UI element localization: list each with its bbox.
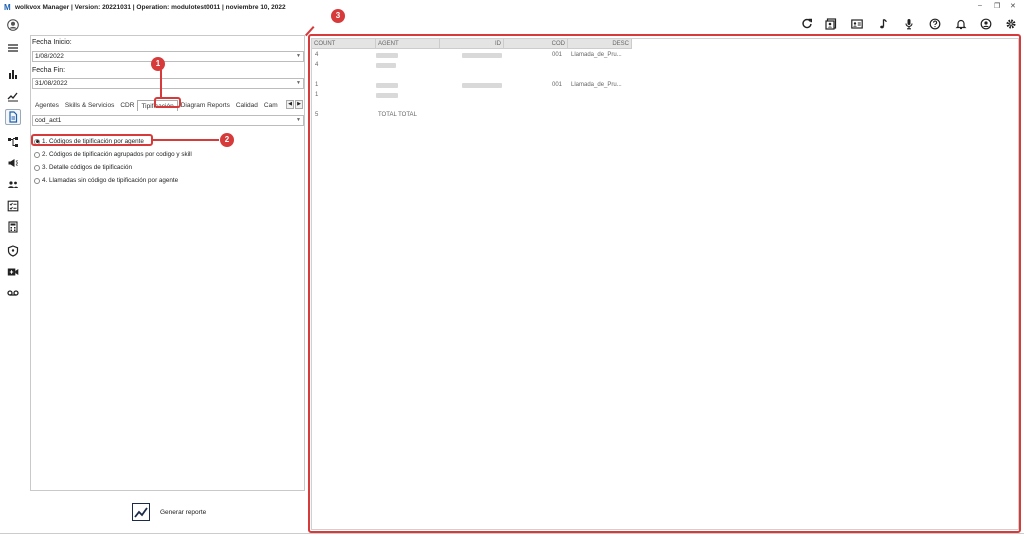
report-chart-icon xyxy=(132,503,150,521)
shield-icon[interactable] xyxy=(5,243,21,259)
megaphone-icon[interactable] xyxy=(5,155,21,171)
bar-chart-icon[interactable] xyxy=(5,66,21,82)
fecha-fin-value: 31/08/2022 xyxy=(35,80,68,87)
help-icon[interactable] xyxy=(928,17,942,31)
bell-icon[interactable] xyxy=(954,17,968,31)
option-label-3: 3. Detalle códigos de tipificación xyxy=(42,164,132,171)
annotation-arrow-1 xyxy=(160,70,162,98)
option-row-4[interactable]: 4. Llamadas sin código de tipificación p… xyxy=(34,177,178,184)
radio-option-3[interactable] xyxy=(34,164,40,171)
fecha-fin-select[interactable]: 31/08/2022 ▼ xyxy=(32,78,304,89)
restore-button[interactable]: ❐ xyxy=(994,2,1000,10)
trend-chart-icon[interactable] xyxy=(5,88,21,104)
chevron-down-icon: ▼ xyxy=(296,53,301,59)
users-group-icon[interactable] xyxy=(5,177,21,193)
left-sidebar xyxy=(0,14,26,536)
tab-cdr[interactable]: CDR xyxy=(117,100,137,111)
video-call-icon[interactable] xyxy=(5,264,21,280)
generate-report-button[interactable]: Generar reporte xyxy=(132,503,206,521)
fecha-inicio-value: 1/08/2022 xyxy=(35,53,64,60)
report-icon[interactable] xyxy=(5,109,21,125)
tab-scroll-right-icon[interactable]: ▶ xyxy=(295,100,303,109)
profile-avatar-icon[interactable] xyxy=(5,17,21,33)
annotation-arrow-2 xyxy=(153,139,219,141)
close-button[interactable]: ✕ xyxy=(1010,2,1016,10)
menu-icon[interactable] xyxy=(5,40,21,56)
code-select[interactable]: cod_act1 ▼ xyxy=(32,115,304,126)
tab-skills-servicios[interactable]: Skills & Servicios xyxy=(62,100,117,111)
gear-icon[interactable] xyxy=(1004,17,1018,31)
user-icon[interactable] xyxy=(979,17,993,31)
app-logo: M xyxy=(4,2,11,12)
voicemail-icon[interactable] xyxy=(5,285,21,301)
tab-scroll-left-icon[interactable]: ◀ xyxy=(286,100,294,109)
fecha-inicio-label: Fecha Inicio: xyxy=(32,39,72,46)
generate-report-label: Generar reporte xyxy=(160,508,207,516)
radio-option-2[interactable] xyxy=(34,151,40,158)
calculator-icon[interactable] xyxy=(5,219,21,235)
microphone-icon[interactable] xyxy=(902,17,916,31)
option-row-2[interactable]: 2. Códigos de tipificación agrupados por… xyxy=(34,151,192,158)
minimize-button[interactable]: – xyxy=(978,2,982,9)
annotation-box-grid xyxy=(308,34,1021,533)
contacts-book-icon[interactable] xyxy=(824,17,838,31)
fecha-inicio-select[interactable]: 1/08/2022 ▼ xyxy=(32,51,304,62)
radio-option-4[interactable] xyxy=(34,177,40,184)
tab-campanas[interactable]: Cam xyxy=(261,100,281,111)
annotation-badge-1: 1 xyxy=(151,57,165,71)
title-bar: M wolkvox Manager | Version: 20221031 | … xyxy=(0,0,1024,14)
option-label-4: 4. Llamadas sin código de tipificación p… xyxy=(42,177,179,184)
tab-agentes[interactable]: Agentes xyxy=(32,100,62,111)
chevron-down-icon: ▼ xyxy=(296,80,301,86)
top-toolbar xyxy=(0,14,1024,34)
annotation-badge-2: 2 xyxy=(220,133,234,147)
chevron-down-icon: ▼ xyxy=(296,117,301,123)
tab-calidad[interactable]: Calidad xyxy=(233,100,261,111)
window-title: wolkvox Manager | Version: 20221031 | Op… xyxy=(15,3,286,11)
annotation-box-option xyxy=(31,134,153,146)
tab-diagram-reports[interactable]: Diagram Reports xyxy=(178,100,233,111)
annotation-badge-3: 3 xyxy=(331,9,345,23)
refresh-icon[interactable] xyxy=(800,17,814,31)
checklist-icon[interactable] xyxy=(5,198,21,214)
annotation-box-tab xyxy=(154,97,181,108)
bottom-border xyxy=(0,533,1024,534)
id-card-icon[interactable] xyxy=(850,17,864,31)
fecha-fin-label: Fecha Fin: xyxy=(32,67,66,74)
option-row-3[interactable]: 3. Detalle códigos de tipificación xyxy=(34,164,132,171)
code-select-value: cod_act1 xyxy=(35,117,62,124)
music-note-icon[interactable] xyxy=(876,17,890,31)
hierarchy-icon[interactable] xyxy=(5,134,21,150)
option-label-2: 2. Códigos de tipificación agrupados por… xyxy=(42,151,192,158)
